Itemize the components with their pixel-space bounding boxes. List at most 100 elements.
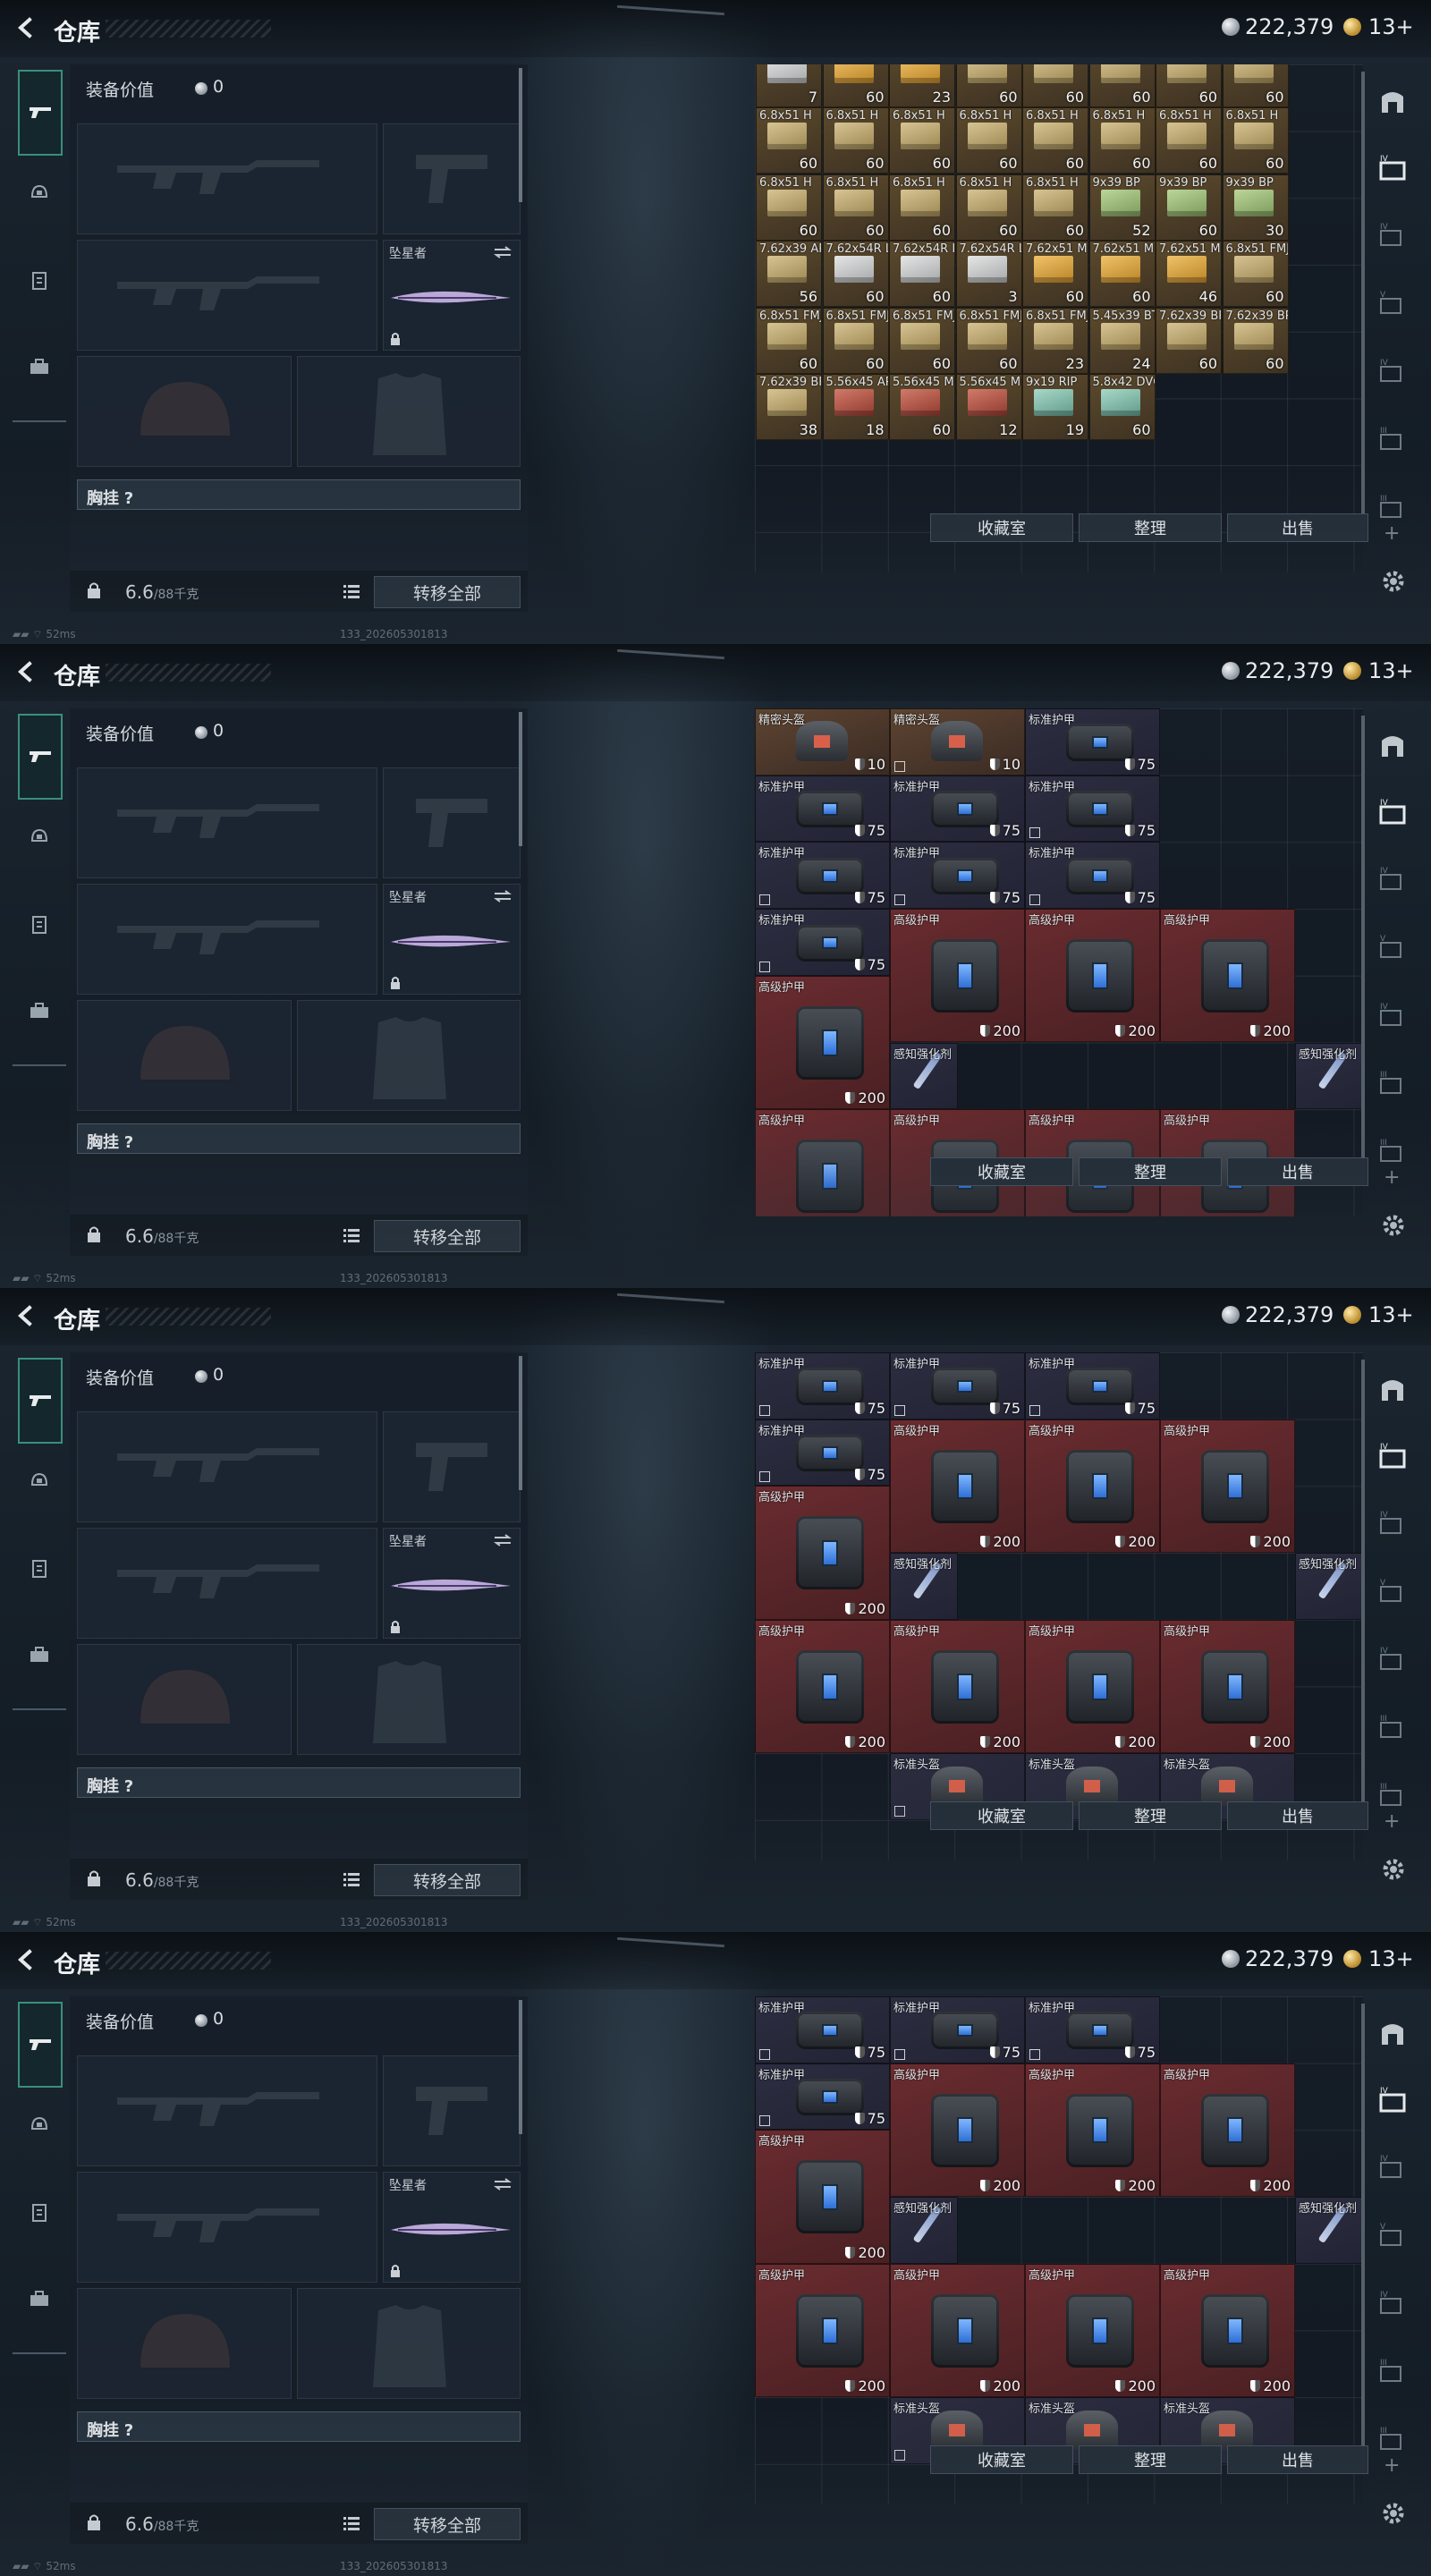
back-arrow-icon[interactable]	[14, 660, 38, 683]
armor-item[interactable]: 标准护甲 75	[755, 1419, 890, 1487]
sort-button[interactable]: 整理	[1079, 513, 1222, 542]
gold-currency[interactable]: 13+	[1368, 1946, 1414, 1971]
inventory-item[interactable]: 标准头盔 50	[1160, 2397, 1295, 2464]
ammo-item[interactable]: 7.62x39 BP 60	[1156, 307, 1222, 374]
armor-item[interactable]: 高级护甲200	[1025, 909, 1160, 1043]
storage-page-iv-b-icon[interactable]: IV	[1377, 358, 1408, 388]
storage-page-iii-b-icon[interactable]: III	[1377, 1782, 1408, 1812]
armor-item[interactable]: 高级护甲200	[890, 909, 1025, 1043]
secondary-weapon-slot[interactable]	[77, 1528, 377, 1639]
primary-weapon-slot[interactable]	[77, 767, 377, 878]
armor-item[interactable]: 标准护甲 75	[755, 775, 890, 843]
armor-item[interactable]: 高级护甲200	[1025, 2063, 1160, 2198]
ammo-item[interactable]: 6.8x51 H 60	[1222, 107, 1289, 174]
ammo-item[interactable]: 6.8x51 FMJ 60	[889, 307, 955, 374]
armor-item[interactable]: 高级护甲200	[755, 2263, 890, 2398]
storage-home-icon[interactable]	[1377, 86, 1408, 116]
ammo-item[interactable]: 6.8x51 H 60	[1088, 107, 1156, 174]
armor-item[interactable]: 标准护甲 75	[1025, 842, 1160, 910]
armor-item[interactable]: 高级护甲200	[1160, 2263, 1295, 2398]
armor-item[interactable]: 高级护甲200	[755, 1109, 890, 1216]
ammo-item[interactable]: 6.8x517	[756, 64, 822, 107]
armor-item[interactable]: 高级护甲200	[890, 1619, 1025, 1754]
inventory-item[interactable]: 标准头盔 50	[1160, 1753, 1295, 1820]
storage-page-iv-icon[interactable]: IV	[1377, 2086, 1408, 2116]
ammo-item[interactable]: 60	[1022, 64, 1088, 107]
armor-item[interactable]: 高级护甲200	[755, 1486, 890, 1620]
tab-weapons[interactable]	[18, 2002, 63, 2088]
collection-room-button[interactable]: 收藏室	[930, 2445, 1073, 2474]
storage-scrollbar[interactable]	[1361, 2004, 1365, 2451]
gear-icon[interactable]	[1379, 1855, 1408, 1884]
tab-armor[interactable]	[20, 174, 59, 213]
ammo-item[interactable]: 7.62x39 AP 56	[756, 241, 822, 308]
armor-item[interactable]: 高级护甲200	[1160, 1619, 1295, 1754]
storage-page-iii-icon[interactable]: III	[1377, 426, 1408, 456]
secondary-weapon-slot[interactable]	[77, 884, 377, 995]
sidearm-slot[interactable]	[383, 767, 521, 878]
gold-currency[interactable]: 13+	[1368, 1302, 1414, 1327]
storage-page-iv-plus-icon[interactable]: IV	[1377, 866, 1408, 896]
storage-page-iii-icon[interactable]: III	[1377, 2358, 1408, 2388]
sell-button[interactable]: 出售	[1227, 513, 1368, 542]
melee-slot[interactable]: 坠星者	[383, 240, 521, 351]
helmet-slot[interactable]	[77, 1000, 292, 1111]
ammo-item[interactable]: 6.8x51 H 60	[822, 107, 889, 174]
collection-room-button[interactable]: 收藏室	[930, 513, 1073, 542]
ammo-item[interactable]: 6.8x51 FMJ 60	[822, 307, 889, 374]
tab-vest[interactable]	[20, 2193, 59, 2233]
armor-item[interactable]: 高级护甲200	[755, 1619, 890, 1754]
ammo-item[interactable]: 7.62x51 M 46	[1156, 241, 1222, 308]
tab-backpack[interactable]	[20, 2279, 59, 2318]
ammo-item[interactable]: 6.8x51 H 60	[955, 107, 1022, 174]
chest-rig-slot[interactable]: 胸挂 ?	[77, 1767, 521, 1798]
ammo-item[interactable]: 6.8x51 FMJ 23	[1022, 307, 1088, 374]
inventory-item[interactable]: 感知强化剂	[890, 1042, 958, 1110]
ammo-item[interactable]: 7.62x39 BP 60	[1222, 307, 1289, 374]
storage-page-iv-icon[interactable]: IV	[1377, 798, 1408, 828]
inventory-item[interactable]: 感知强化剂	[1295, 2197, 1363, 2264]
helmet-slot[interactable]	[77, 1644, 292, 1755]
ammo-item[interactable]: 5.56x45 M855A1 12	[955, 374, 1022, 441]
armor-item[interactable]: 高级护甲200	[1160, 909, 1295, 1043]
tab-armor[interactable]	[20, 1462, 59, 1501]
storage-page-iii-b-icon[interactable]: III	[1377, 1138, 1408, 1168]
ammo-item[interactable]: 9x39 BP 60	[1156, 174, 1222, 241]
storage-page-v-icon[interactable]: V	[1377, 2222, 1408, 2252]
armor-item[interactable]: 标准护甲 75	[755, 1996, 890, 2063]
storage-scrollbar[interactable]	[1361, 72, 1365, 519]
armor-item[interactable]: 高级护甲200	[755, 975, 890, 1110]
gear-icon[interactable]	[1379, 2499, 1408, 2528]
sidearm-slot[interactable]	[383, 123, 521, 234]
inventory-item[interactable]: 标准头盔 50	[1025, 2397, 1160, 2464]
storage-page-iii-b-icon[interactable]: III	[1377, 494, 1408, 524]
gold-currency[interactable]: 13+	[1368, 658, 1414, 683]
armor-slot[interactable]	[297, 356, 521, 467]
back-arrow-icon[interactable]	[14, 1304, 38, 1327]
equipment-scrollbar[interactable]	[519, 68, 522, 202]
inventory-item[interactable]: 感知强化剂	[1295, 1553, 1363, 1620]
storage-page-iv-icon[interactable]: IV	[1377, 1442, 1408, 1472]
storage-page-v-icon[interactable]: V	[1377, 1578, 1408, 1608]
armor-item[interactable]: 标准护甲 75	[890, 775, 1025, 843]
ammo-item[interactable]: 9x39 BP 30	[1222, 174, 1289, 241]
sell-button[interactable]: 出售	[1227, 1801, 1368, 1830]
armor-item[interactable]: 高级护甲200	[1025, 2263, 1160, 2398]
storage-page-iv-b-icon[interactable]: IV	[1377, 2290, 1408, 2320]
tab-weapons[interactable]	[18, 1358, 63, 1444]
armor-item[interactable]: 标准护甲 75	[890, 842, 1025, 910]
storage-page-iv-b-icon[interactable]: IV	[1377, 1002, 1408, 1032]
transfer-all-button[interactable]: 转移全部	[374, 1864, 521, 1896]
gear-icon[interactable]	[1379, 567, 1408, 596]
ammo-item[interactable]: 23	[889, 64, 955, 107]
secondary-weapon-slot[interactable]	[77, 240, 377, 351]
helmet-item[interactable]: 精密头盔 10	[755, 708, 890, 775]
inventory-item[interactable]: 感知强化剂	[890, 2197, 958, 2264]
storage-page-iii-icon[interactable]: III	[1377, 1714, 1408, 1744]
list-icon[interactable]	[342, 2513, 361, 2533]
melee-slot[interactable]: 坠星者	[383, 1528, 521, 1639]
add-storage-icon[interactable]: +	[1384, 2454, 1400, 2477]
chest-rig-slot[interactable]: 胸挂 ?	[77, 1123, 521, 1154]
ammo-item[interactable]: 6.8x51 H 60	[1022, 107, 1088, 174]
armor-item[interactable]: 标准护甲 75	[755, 842, 890, 910]
